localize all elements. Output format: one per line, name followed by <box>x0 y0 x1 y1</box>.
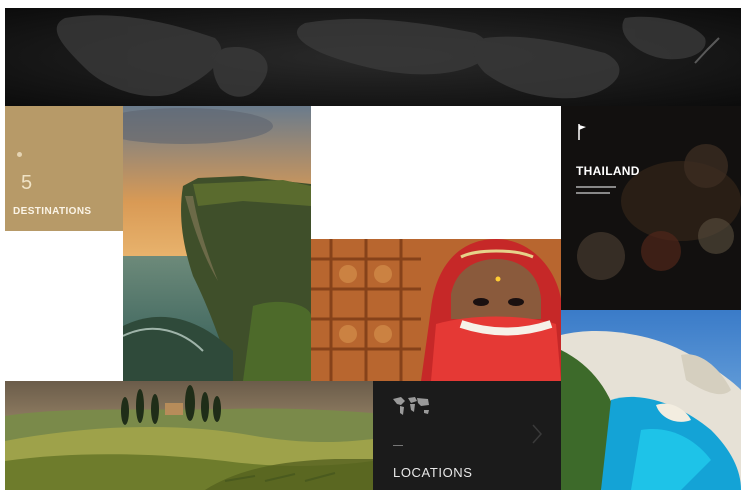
coastal-cliff-sunset-photo[interactable] <box>123 106 311 381</box>
world-map-banner <box>5 8 741 106</box>
thailand-title: THAILAND <box>576 164 640 178</box>
spacer-tile <box>5 231 123 381</box>
world-map-graphic <box>5 8 741 106</box>
thailand-tile[interactable]: THAILAND <box>561 106 741 310</box>
locations-tile[interactable]: LOCATIONS <box>373 381 561 490</box>
divider-line <box>393 445 403 446</box>
thailand-subtitle-lines <box>576 186 636 194</box>
chevron-right-icon[interactable] <box>531 423 543 445</box>
world-map-icon <box>393 397 429 415</box>
tuscany-hills-photo[interactable] <box>5 381 373 490</box>
woman-in-red-veil-photo[interactable] <box>311 239 561 381</box>
destinations-count-tile[interactable]: 5 DESTINATIONS <box>5 106 123 231</box>
destinations-label: DESTINATIONS <box>13 206 92 217</box>
destinations-count: 5 <box>21 172 33 194</box>
flag-pin-icon <box>578 124 586 140</box>
locations-label: LOCATIONS <box>393 465 473 480</box>
dot-icon <box>17 152 22 157</box>
spacer-tile-2 <box>311 106 561 239</box>
navagio-beach-photo[interactable] <box>561 310 741 490</box>
thailand-food-photo <box>561 106 741 310</box>
